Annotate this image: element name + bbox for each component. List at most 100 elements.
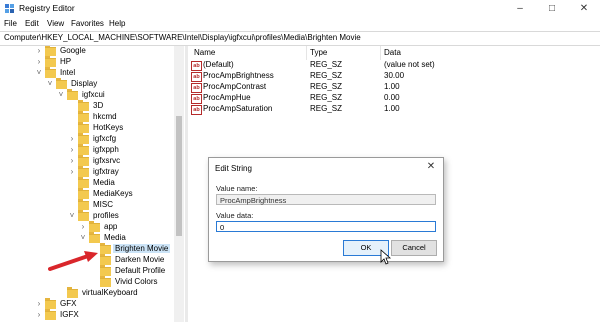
value-data: 1.00 (384, 82, 400, 91)
address-bar[interactable]: Computer\HKEY_LOCAL_MACHINE\SOFTWARE\Int… (0, 31, 600, 46)
value-type: REG_SZ (310, 93, 343, 102)
folder-icon (67, 89, 78, 100)
chevron-right-icon[interactable]: › (68, 157, 76, 165)
tree-item[interactable]: › igfxsrvc (68, 155, 185, 167)
chevron-right-icon[interactable] (68, 190, 76, 198)
tree-item[interactable]: 3D (68, 100, 185, 112)
tree-item-label: igfxcfg (93, 134, 117, 143)
chevron-right-icon[interactable]: › (68, 168, 76, 176)
minimize-button[interactable]: – (504, 0, 536, 17)
folder-icon (45, 309, 56, 320)
value-data: (value not set) (384, 60, 435, 69)
tree-item[interactable]: MISC (68, 199, 185, 211)
tree-item[interactable]: › igfxtray (68, 166, 185, 178)
value-data-input[interactable]: 0 (216, 221, 436, 232)
chevron-right-icon[interactable]: › (35, 300, 43, 308)
chevron-right-icon[interactable] (68, 201, 76, 209)
tree-item-label: igfxpph (93, 145, 119, 154)
chevron-right-icon[interactable] (57, 289, 65, 297)
red-arrow-annotation-icon (48, 251, 98, 271)
chevron-right-icon[interactable] (68, 124, 76, 132)
chevron-down-icon[interactable]: ˅ (57, 91, 65, 99)
tree-item[interactable]: HotKeys (68, 122, 185, 134)
key-tree[interactable]: › Google › HP ˅ Intel ˅ Display ˅ igfxcui 3D hkcmd H… (0, 46, 185, 322)
folder-icon (67, 287, 78, 298)
folder-icon (78, 210, 89, 221)
tree-scrollbar[interactable] (174, 46, 184, 322)
folder-icon (78, 166, 89, 177)
menu-file[interactable]: File (4, 19, 17, 28)
tree-item[interactable]: Brighten Movie (91, 243, 185, 255)
tree-item-label: Default Profile (115, 266, 166, 275)
chevron-right-icon[interactable]: › (35, 58, 43, 66)
value-name: ProcAmpBrightness (203, 71, 274, 80)
tree-item-label: IGFX (60, 310, 79, 319)
close-button[interactable]: ✕ (568, 0, 600, 17)
chevron-right-icon[interactable]: › (68, 146, 76, 154)
tree-item[interactable]: virtualKeyboard (57, 287, 185, 299)
menu-view[interactable]: View (47, 19, 64, 28)
column-type-header[interactable]: Type (310, 48, 327, 57)
tree-item[interactable]: ˅ Media (79, 232, 185, 244)
window-title: Registry Editor (19, 3, 75, 13)
chevron-right-icon[interactable] (68, 179, 76, 187)
chevron-down-icon[interactable]: ˅ (79, 234, 87, 242)
tree-item-label: Display (71, 79, 98, 88)
tree-item[interactable]: hkcmd (68, 111, 185, 123)
value-type: REG_SZ (310, 60, 343, 69)
string-value-icon: ab (191, 61, 202, 71)
cancel-button[interactable]: Cancel (391, 240, 437, 256)
chevron-down-icon[interactable]: ˅ (35, 69, 43, 77)
tree-item[interactable]: › HP (35, 56, 185, 68)
tree-scrollbar-thumb[interactable] (176, 116, 182, 236)
tree-item[interactable]: › IGFX (35, 309, 185, 321)
tree-item[interactable]: › GFX (35, 298, 185, 310)
string-value-icon: ab (191, 72, 202, 82)
folder-icon (78, 199, 89, 210)
chevron-down-icon[interactable]: ˅ (68, 212, 76, 220)
folder-icon (100, 254, 111, 265)
value-row[interactable]: ab ProcAmpBrightness REG_SZ 30.00 (188, 71, 588, 82)
mouse-cursor-icon (380, 249, 392, 265)
string-value-icon: ab (191, 94, 202, 104)
maximize-button[interactable]: □ (536, 0, 568, 17)
tree-item[interactable]: › app (79, 221, 185, 233)
menu-help[interactable]: Help (109, 19, 125, 28)
chevron-right-icon[interactable] (90, 278, 98, 286)
value-data: 0.00 (384, 93, 400, 102)
value-row[interactable]: ab ProcAmpHue REG_SZ 0.00 (188, 93, 588, 104)
chevron-right-icon[interactable] (68, 113, 76, 121)
tree-item[interactable]: Darken Movie (91, 254, 185, 266)
chevron-right-icon[interactable]: › (35, 47, 43, 55)
chevron-right-icon[interactable]: › (35, 311, 43, 319)
menu-favorites[interactable]: Favorites (71, 19, 104, 28)
chevron-right-icon[interactable]: › (79, 223, 87, 231)
column-name-header[interactable]: Name (194, 48, 215, 57)
tree-item-label: HP (60, 57, 72, 66)
tree-item[interactable]: Vivid Colors (90, 276, 185, 288)
tree-item-label: igfxcui (82, 90, 105, 99)
folder-icon (45, 46, 56, 56)
tree-item-label: Media (93, 178, 115, 187)
tree-item[interactable]: MediaKeys (68, 188, 185, 200)
chevron-down-icon[interactable]: ˅ (46, 80, 54, 88)
registry-editor-icon (5, 4, 14, 13)
tree-item[interactable]: › igfxpph (68, 144, 185, 156)
menu-edit[interactable]: Edit (25, 19, 39, 28)
dialog-close-button[interactable]: ✕ (423, 160, 439, 174)
chevron-right-icon[interactable] (68, 102, 76, 110)
folder-icon (89, 221, 100, 232)
folder-icon (78, 111, 89, 122)
value-row[interactable]: ab ProcAmpContrast REG_SZ 1.00 (188, 82, 588, 93)
tree-item[interactable]: › igfxcfg (68, 133, 185, 145)
tree-item[interactable]: Default Profile (91, 265, 185, 277)
column-divider[interactable] (306, 46, 307, 60)
tree-item[interactable]: Media (68, 177, 185, 189)
tree-item[interactable]: › Google (36, 46, 185, 57)
value-row[interactable]: ab (Default) REG_SZ (value not set) (188, 60, 588, 71)
column-divider[interactable] (380, 46, 381, 60)
column-data-header[interactable]: Data (384, 48, 401, 57)
value-row[interactable]: ab ProcAmpSaturation REG_SZ 1.00 (188, 104, 588, 115)
chevron-right-icon[interactable]: › (68, 135, 76, 143)
tree-item[interactable]: ˅ profiles (68, 210, 185, 222)
